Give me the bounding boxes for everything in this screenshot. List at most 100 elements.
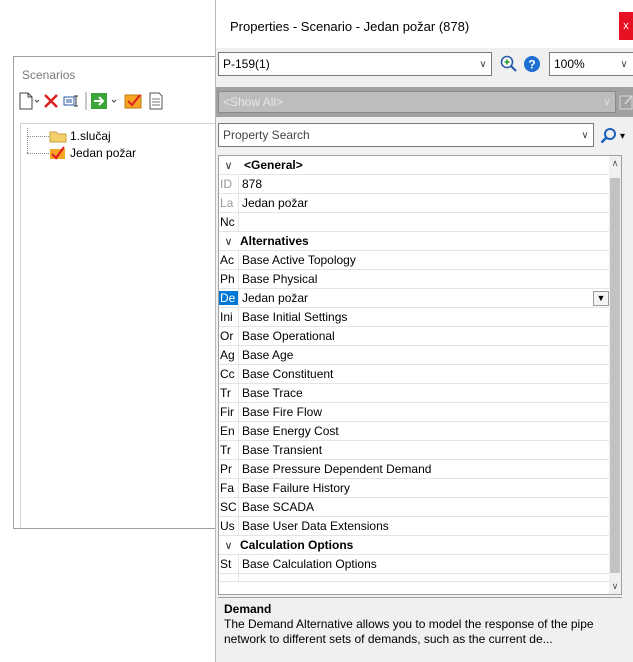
chevron-down-icon: ∨ (620, 58, 628, 70)
collapse-chevron-icon: ∨ (224, 539, 233, 552)
property-search-field[interactable]: Property Search ∨ (218, 123, 594, 147)
scenarios-tree: 1.slučaj Jedan požar (20, 123, 220, 528)
tree-connector (27, 135, 49, 137)
property-value[interactable]: Base Failure History (238, 479, 611, 497)
report-button[interactable] (147, 91, 165, 111)
property-row[interactable]: Tr Base Trace (219, 384, 611, 403)
vertical-scrollbar[interactable]: ∧ ∨ (609, 156, 621, 594)
property-name: La (220, 196, 234, 210)
property-row[interactable]: La Jedan požar (219, 194, 611, 213)
category-label: <General> (244, 158, 303, 172)
property-value[interactable]: Base Constituent (238, 365, 611, 383)
property-row[interactable]: Pr Base Pressure Dependent Demand (219, 460, 611, 479)
property-value[interactable]: Base Initial Settings (238, 308, 611, 326)
property-name: Tr (220, 386, 231, 400)
property-row[interactable]: Nc (219, 213, 611, 232)
checkmark-icon (50, 146, 65, 160)
property-name: SC (220, 500, 237, 514)
new-scenario-button[interactable] (18, 91, 40, 111)
property-row[interactable]: Fir Base Fire Flow (219, 403, 611, 422)
tree-connector (27, 152, 49, 154)
new-document-icon (19, 92, 40, 110)
delete-x-icon (44, 94, 58, 108)
property-value[interactable]: Base Operational (238, 327, 611, 345)
make-current-button[interactable] (90, 91, 120, 111)
property-value[interactable]: Base Trace (238, 384, 611, 402)
scenarios-toolbar (14, 87, 225, 115)
arrow-right-icon (91, 93, 117, 109)
dropdown-arrow-button[interactable]: ▼ (593, 290, 609, 306)
window-title: Properties - Scenario - Jedan požar (878… (230, 19, 470, 34)
property-row[interactable]: Ac Base Active Topology (219, 251, 611, 270)
tree-vertical-connector (27, 128, 28, 153)
collapse-chevron-icon: ∨ (224, 235, 233, 248)
check-computed-icon (124, 94, 142, 109)
chevron-down-icon: ∨ (479, 58, 487, 70)
property-value[interactable]: Base Calculation Options (238, 555, 611, 573)
property-row[interactable]: Ini Base Initial Settings (219, 308, 611, 327)
property-name: Ph (220, 272, 235, 286)
zoom-selector[interactable]: 100% ∨ (549, 52, 633, 76)
filter-selector[interactable]: <Show All> ∨ (218, 91, 616, 113)
property-row[interactable]: Ag Base Age (219, 346, 611, 365)
search-icon (600, 128, 616, 144)
property-name: St (220, 557, 232, 571)
property-value[interactable]: Base Pressure Dependent Demand (238, 460, 611, 478)
property-row[interactable]: Ph Base Physical (219, 270, 611, 289)
edit-filter-button[interactable] (619, 93, 633, 111)
property-name: Fir (220, 405, 234, 419)
scroll-down-icon[interactable]: ∨ (609, 581, 621, 592)
property-row[interactable]: Fa Base Failure History (219, 479, 611, 498)
description-pane: Demand The Demand Alternative allows you… (218, 597, 622, 662)
property-name: Or (220, 329, 234, 343)
property-row[interactable]: En Base Energy Cost (219, 422, 611, 441)
category-general[interactable]: ∨ <General> (219, 156, 611, 175)
property-value[interactable]: Base Physical (238, 270, 611, 288)
property-row[interactable]: Cc Base Constituent (219, 365, 611, 384)
property-value[interactable]: Base SCADA (238, 498, 611, 516)
property-row[interactable]: SC Base SCADA (219, 498, 611, 517)
help-button[interactable]: ? (523, 55, 541, 73)
property-row[interactable]: ID 878 (219, 175, 611, 194)
scrollbar-thumb[interactable] (610, 178, 620, 573)
property-value[interactable]: Base Fire Flow (238, 403, 611, 421)
property-value[interactable]: Base Active Topology (238, 251, 611, 269)
description-title: Demand (224, 602, 272, 616)
scroll-up-icon[interactable]: ∧ (609, 158, 621, 169)
help-icon: ? (524, 56, 540, 72)
property-name: Ac (220, 253, 235, 267)
element-selector-value: P-159(1) (223, 57, 270, 71)
property-name: Nc (220, 215, 235, 229)
delete-button[interactable] (42, 91, 60, 111)
rename-button[interactable] (62, 91, 82, 111)
property-grid: ∨ <General> ID 878 La Jedan požar Nc ∨ A… (218, 155, 622, 595)
folder-icon (49, 131, 67, 143)
property-name: Cc (220, 367, 235, 381)
property-row[interactable]: Tr Base Transient (219, 441, 611, 460)
zoom-in-icon (500, 55, 517, 72)
chevron-down-icon: ∨ (581, 129, 589, 141)
zoom-to-button[interactable] (500, 55, 518, 73)
category-label: Alternatives (240, 234, 309, 248)
property-value[interactable]: Base User Data Extensions (238, 517, 611, 535)
category-calculation-options[interactable]: ∨ Calculation Options (219, 536, 611, 555)
property-value[interactable]: Base Transient (238, 441, 611, 459)
property-value[interactable] (238, 213, 611, 231)
svg-text:?: ? (528, 58, 535, 72)
element-selector[interactable]: P-159(1) ∨ (218, 52, 492, 76)
property-value[interactable]: Jedan požar ▼ (238, 289, 611, 307)
edit-icon (619, 95, 633, 110)
search-button[interactable]: ▾ (600, 126, 633, 146)
category-alternatives[interactable]: ∨ Alternatives (219, 232, 611, 251)
property-value[interactable]: Base Energy Cost (238, 422, 611, 440)
property-row[interactable]: Or Base Operational (219, 327, 611, 346)
property-row-selected[interactable]: De Jedan požar ▼ (219, 289, 611, 308)
property-row[interactable]: Us Base User Data Extensions (219, 517, 611, 536)
tree-item-scenario-2[interactable]: Jedan požar (27, 145, 136, 161)
property-value[interactable]: Base Age (238, 346, 611, 364)
tree-item-scenario-1[interactable]: 1.slučaj (27, 128, 111, 144)
property-row[interactable]: St Base Calculation Options (219, 555, 611, 574)
compute-button[interactable] (124, 91, 144, 111)
close-button[interactable]: x (619, 12, 633, 40)
collapse-chevron-icon: ∨ (224, 159, 233, 172)
